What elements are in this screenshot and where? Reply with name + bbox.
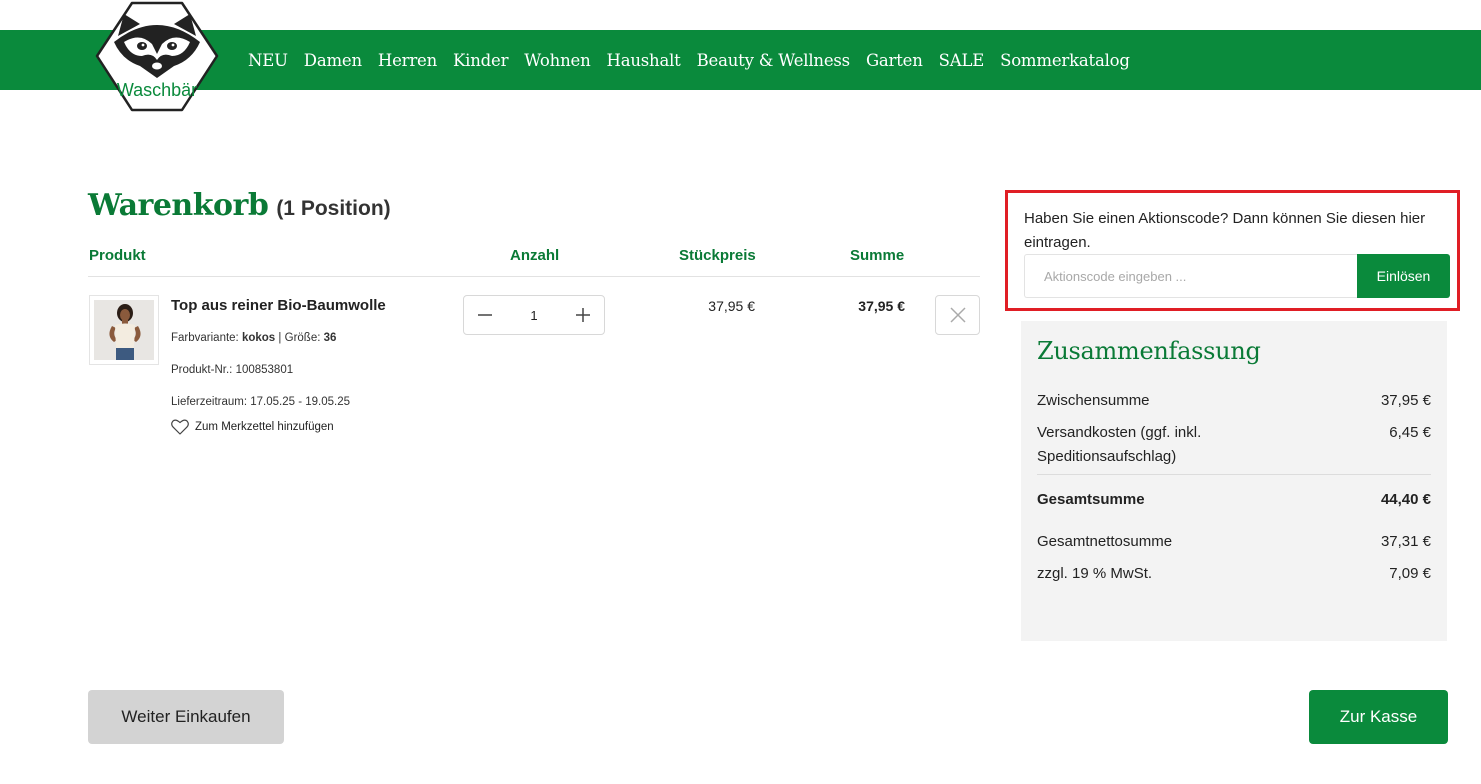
waschbaer-logo[interactable]: Waschbär bbox=[88, 0, 226, 114]
nav-item-haushalt[interactable]: Haushalt bbox=[607, 51, 681, 70]
nav-item-kinder[interactable]: Kinder bbox=[453, 51, 508, 70]
subtotal-value: 37,95 € bbox=[1380, 392, 1431, 409]
net-total-row: Gesamtnettosumme 37,31 € bbox=[1037, 530, 1431, 554]
delivery-period: Lieferzeitraum: 17.05.25 - 19.05.25 bbox=[171, 396, 350, 408]
plus-icon bbox=[575, 308, 590, 322]
color-value: kokos bbox=[241, 332, 276, 344]
product-model-image bbox=[109, 304, 141, 360]
redeem-button[interactable]: Einlösen bbox=[1357, 254, 1450, 298]
minus-icon bbox=[478, 314, 492, 316]
nav-item-sommerkatalog[interactable]: Sommerkatalog bbox=[1000, 51, 1130, 70]
cart-table-header: Produkt Anzahl Stückpreis Summe bbox=[88, 247, 980, 277]
summary-title: Zusammenfassung bbox=[1037, 337, 1261, 365]
sku-value: 100853801 bbox=[235, 364, 294, 376]
nav-item-herren[interactable]: Herren bbox=[378, 51, 437, 70]
column-header-quantity: Anzahl bbox=[510, 247, 560, 264]
checkout-button[interactable]: Zur Kasse bbox=[1309, 690, 1448, 744]
wishlist-label: Zum Merkzettel hinzufügen bbox=[195, 421, 334, 433]
promo-code-prompt: Haben Sie einen Aktionscode? Dann können… bbox=[1024, 210, 1426, 251]
quantity-value[interactable]: 1 bbox=[530, 308, 537, 323]
column-header-unit-price: Stückpreis bbox=[679, 247, 756, 264]
heart-icon bbox=[171, 419, 189, 435]
product-sku: Produkt-Nr.: 100853801 bbox=[171, 364, 293, 376]
nav-item-neu[interactable]: NEU bbox=[248, 51, 288, 70]
cart-heading: Warenkorb (1 Position) bbox=[88, 188, 391, 223]
column-header-product: Produkt bbox=[89, 247, 146, 264]
subtotal-row: Zwischensumme 37,95 € bbox=[1037, 389, 1431, 413]
nav-item-garten[interactable]: Garten bbox=[866, 51, 923, 70]
delivery-label: Lieferzeitraum: bbox=[171, 396, 248, 408]
decrease-quantity-button[interactable] bbox=[476, 306, 494, 324]
vat-value: 7,09 € bbox=[1389, 565, 1431, 582]
order-summary: Zusammenfassung Zwischensumme 37,95 € Ve… bbox=[1021, 321, 1447, 641]
grand-total-label: Gesamtsumme bbox=[1037, 491, 1145, 508]
increase-quantity-button[interactable] bbox=[574, 306, 592, 324]
line-total: 37,95 € bbox=[858, 298, 905, 314]
grand-total-row: Gesamtsumme 44,40 € bbox=[1037, 488, 1431, 512]
quantity-stepper: 1 bbox=[463, 295, 605, 335]
nav-item-wohnen[interactable]: Wohnen bbox=[524, 51, 590, 70]
product-thumbnail[interactable] bbox=[89, 295, 159, 365]
product-name[interactable]: Top aus reiner Bio-Baumwolle bbox=[171, 297, 386, 314]
shipping-label: Versandkosten (ggf. inkl. Speditionsaufs… bbox=[1037, 424, 1202, 465]
unit-price: 37,95 € bbox=[708, 298, 755, 314]
raccoon-logo-icon: Waschbär bbox=[95, 1, 219, 112]
shipping-value: 6,45 € bbox=[1389, 424, 1431, 441]
size-label: Größe: bbox=[284, 332, 321, 344]
continue-shopping-button[interactable]: Weiter Einkaufen bbox=[88, 690, 284, 744]
delivery-value: 17.05.25 - 19.05.25 bbox=[250, 396, 351, 408]
size-value: 36 bbox=[323, 332, 337, 344]
variant-separator: | bbox=[278, 332, 282, 344]
subtotal-label: Zwischensumme bbox=[1037, 392, 1150, 409]
product-variant: Farbvariante: kokos | Größe: 36 bbox=[171, 332, 336, 344]
sku-label: Produkt-Nr.: bbox=[171, 364, 233, 376]
color-label: Farbvariante: bbox=[171, 332, 239, 344]
shipping-row: Versandkosten (ggf. inkl. Speditionsaufs… bbox=[1037, 421, 1431, 469]
promo-code-input[interactable] bbox=[1024, 254, 1358, 298]
promo-code-box: Haben Sie einen Aktionscode? Dann können… bbox=[1005, 190, 1460, 311]
vat-row: zzgl. 19 % MwSt. 7,09 € bbox=[1037, 562, 1431, 586]
net-total-label: Gesamtnettosumme bbox=[1037, 533, 1173, 550]
nav-item-damen[interactable]: Damen bbox=[304, 51, 362, 70]
nav-item-sale[interactable]: SALE bbox=[939, 51, 985, 70]
grand-total-value: 44,40 € bbox=[1380, 491, 1431, 508]
cart-item-count: (1 Position) bbox=[276, 197, 391, 220]
page-title: Warenkorb bbox=[88, 188, 269, 223]
summary-divider bbox=[1037, 474, 1431, 475]
main-nav: NEU Damen Herren Kinder Wohnen Haushalt … bbox=[248, 30, 1130, 90]
close-icon bbox=[949, 307, 966, 323]
remove-item-button[interactable] bbox=[935, 295, 980, 335]
nav-item-beauty-wellness[interactable]: Beauty & Wellness bbox=[697, 51, 851, 70]
vat-label: zzgl. 19 % MwSt. bbox=[1037, 565, 1153, 582]
add-to-wishlist-link[interactable]: Zum Merkzettel hinzufügen bbox=[171, 419, 334, 435]
net-total-value: 37,31 € bbox=[1380, 533, 1431, 550]
column-header-total: Summe bbox=[850, 247, 905, 264]
svg-text:Waschbär: Waschbär bbox=[117, 80, 197, 100]
